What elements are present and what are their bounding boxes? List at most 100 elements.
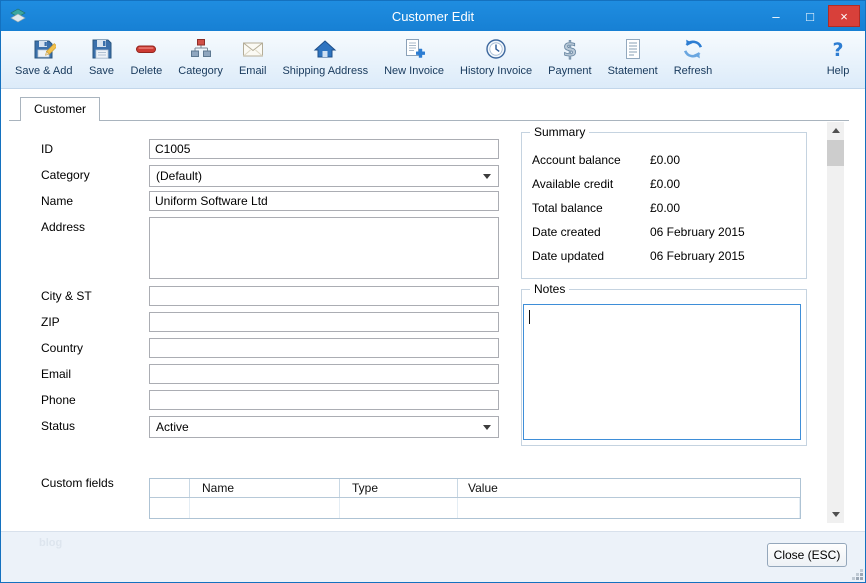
zip-label: ZIP xyxy=(41,315,60,329)
name-field[interactable] xyxy=(149,191,499,211)
notes-group: Notes xyxy=(521,289,807,446)
chevron-down-icon xyxy=(483,425,491,430)
address-field[interactable] xyxy=(149,217,499,279)
date-updated-label: Date updated xyxy=(532,249,604,263)
triangle-up-icon xyxy=(832,128,840,133)
toolbar-label: Save xyxy=(89,65,114,77)
toolbar-email-button[interactable]: Email xyxy=(231,34,275,86)
refresh-icon xyxy=(680,36,706,62)
toolbar-label: Statement xyxy=(608,65,658,77)
resize-grip[interactable] xyxy=(851,568,863,580)
custom-fields-table[interactable]: Name Type Value xyxy=(149,478,801,519)
header-cell-name: Name xyxy=(190,479,340,497)
close-esc-button[interactable]: Close (ESC) xyxy=(767,543,847,567)
window-controls: – □ × xyxy=(760,5,860,27)
app-icon xyxy=(10,8,26,24)
date-updated-value: 06 February 2015 xyxy=(650,249,745,263)
account-balance-value: £0.00 xyxy=(650,153,680,167)
account-balance-label: Account balance xyxy=(532,153,621,167)
date-created-label: Date created xyxy=(532,225,601,239)
window-title: Customer Edit xyxy=(1,9,865,24)
scrollbar-thumb[interactable] xyxy=(827,140,844,166)
table-row[interactable] xyxy=(150,498,800,518)
summary-group: Summary Account balance £0.00 Available … xyxy=(521,132,807,279)
svg-text:?: ? xyxy=(832,39,843,61)
city-st-label: City & ST xyxy=(41,289,92,303)
toolbar: Save & Add Save Delete xyxy=(1,31,865,89)
customer-tab-page: Customer ID Category (Default) Name Addr… xyxy=(1,89,866,531)
toolbar-label: Payment xyxy=(548,65,591,77)
toolbar-delete-button[interactable]: Delete xyxy=(123,34,171,86)
category-label: Category xyxy=(41,168,90,182)
payment-icon: $ xyxy=(557,36,583,62)
status-select[interactable]: Active xyxy=(149,416,499,438)
id-label: ID xyxy=(41,142,53,156)
toolbar-history-invoice-button[interactable]: History Invoice xyxy=(452,34,540,86)
toolbar-label: Help xyxy=(827,65,850,77)
tab-divider xyxy=(9,120,849,121)
status-label: Status xyxy=(41,419,75,433)
notes-field[interactable] xyxy=(523,304,801,440)
scroll-up-button[interactable] xyxy=(827,122,844,139)
toolbar-shipping-address-button[interactable]: Shipping Address xyxy=(274,34,376,86)
header-cell-type: Type xyxy=(340,479,458,497)
footer: blog Close (ESC) xyxy=(1,531,866,583)
status-selected-value: Active xyxy=(156,420,189,434)
vertical-scrollbar[interactable] xyxy=(827,122,844,523)
text-caret xyxy=(529,310,530,324)
watermark: blog xyxy=(39,537,62,549)
minimize-button[interactable]: – xyxy=(760,5,792,27)
scroll-down-button[interactable] xyxy=(827,506,844,523)
email-field[interactable] xyxy=(149,364,499,384)
toolbar-save-add-button[interactable]: Save & Add xyxy=(7,34,81,86)
chevron-down-icon xyxy=(483,174,491,179)
statement-icon xyxy=(620,36,646,62)
customer-edit-window: Customer Edit – □ × Save & Add xyxy=(0,0,866,583)
zip-field[interactable] xyxy=(149,312,499,332)
country-field[interactable] xyxy=(149,338,499,358)
new-invoice-icon xyxy=(401,36,427,62)
phone-field[interactable] xyxy=(149,390,499,410)
toolbar-help-button[interactable]: ? Help xyxy=(817,34,859,86)
category-selected-value: (Default) xyxy=(156,169,202,183)
id-field[interactable] xyxy=(149,139,499,159)
toolbar-label: Delete xyxy=(131,65,163,77)
delete-icon xyxy=(133,36,159,62)
help-icon: ? xyxy=(825,36,851,62)
address-label: Address xyxy=(41,220,85,234)
email-icon xyxy=(240,36,266,62)
date-created-value: 06 February 2015 xyxy=(650,225,745,239)
toolbar-statement-button[interactable]: Statement xyxy=(600,34,666,86)
total-balance-value: £0.00 xyxy=(650,201,680,215)
name-label: Name xyxy=(41,194,73,208)
toolbar-refresh-button[interactable]: Refresh xyxy=(666,34,721,86)
summary-title: Summary xyxy=(530,125,589,139)
custom-fields-header-row: Name Type Value xyxy=(150,479,800,498)
custom-fields-label: Custom fields xyxy=(41,476,114,490)
save-icon xyxy=(89,36,115,62)
titlebar[interactable]: Customer Edit – □ × xyxy=(1,1,865,31)
maximize-button[interactable]: □ xyxy=(794,5,826,27)
toolbar-new-invoice-button[interactable]: New Invoice xyxy=(376,34,452,86)
history-invoice-icon xyxy=(483,36,509,62)
toolbar-label: Refresh xyxy=(674,65,713,77)
toolbar-payment-button[interactable]: $ Payment xyxy=(540,34,599,86)
toolbar-category-button[interactable]: Category xyxy=(170,34,231,86)
notes-title: Notes xyxy=(530,282,569,296)
close-icon[interactable]: × xyxy=(828,5,860,27)
category-select[interactable]: (Default) xyxy=(149,165,499,187)
city-st-field[interactable] xyxy=(149,286,499,306)
tab-customer[interactable]: Customer xyxy=(20,97,100,121)
phone-label: Phone xyxy=(41,393,76,407)
toolbar-label: Shipping Address xyxy=(282,65,368,77)
category-icon xyxy=(188,36,214,62)
total-balance-label: Total balance xyxy=(532,201,603,215)
shipping-address-icon xyxy=(312,36,338,62)
toolbar-save-button[interactable]: Save xyxy=(81,34,123,86)
toolbar-label: New Invoice xyxy=(384,65,444,77)
email-label: Email xyxy=(41,367,71,381)
toolbar-label: Category xyxy=(178,65,223,77)
svg-text:$: $ xyxy=(563,37,577,61)
save-add-icon xyxy=(31,36,57,62)
toolbar-label: Email xyxy=(239,65,267,77)
